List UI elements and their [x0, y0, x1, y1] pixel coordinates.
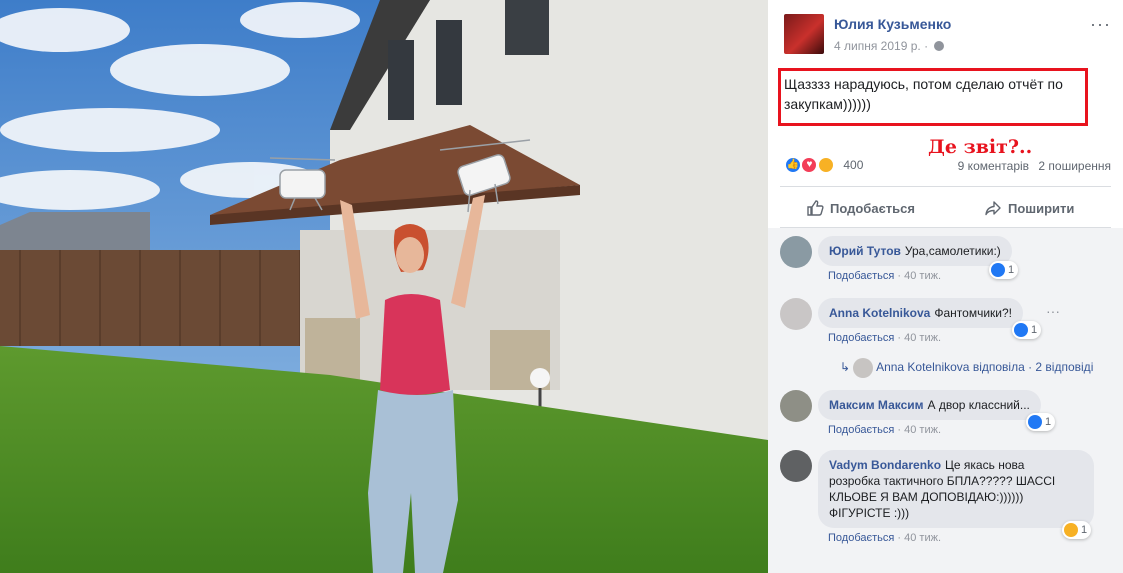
love-reaction-icon: ♥ [800, 156, 819, 174]
reply-arrow-icon: ↳ [840, 360, 851, 375]
share-button[interactable]: Поширити [984, 196, 1074, 220]
like-button-label: Подобається [830, 200, 915, 216]
comment-reaction-badge[interactable]: 1 [1026, 413, 1056, 431]
comment-more-icon[interactable]: ··· [1046, 303, 1060, 319]
commenter-name[interactable]: Максим Максим [829, 398, 924, 412]
comment-meta: Подобається · 40 тиж. [828, 270, 941, 282]
comment-text-line: ФІГУРІСТЕ :))) [829, 506, 910, 520]
post-sidebar: Юлия Кузьменко 4 липня 2019 р. · ··· Щаз… [768, 0, 1123, 573]
comment-like-link[interactable]: Подобається [828, 532, 894, 544]
comment-bubble: Максим Максим А двор классний... [818, 390, 1041, 420]
comment-age[interactable]: 40 тиж. [904, 270, 941, 282]
reactions-summary[interactable]: 👍 ♥ 400 [784, 156, 863, 176]
comment-bubble: Anna Kotelnikova Фантомчики?! [818, 298, 1023, 328]
comment-text-line: Це якась нова [945, 458, 1025, 472]
highlight-box [778, 68, 1088, 126]
comment-text: Фантомчики?! [934, 306, 1012, 320]
replies-link[interactable]: ↳ Anna Kotelnikova відповіла · 2 відповід… [840, 358, 1093, 378]
comment-age[interactable]: 40 тиж. [904, 332, 941, 344]
reply-avatar [853, 358, 874, 378]
commenter-avatar[interactable] [780, 236, 812, 268]
comment-meta: Подобається · 40 тиж. [828, 332, 941, 344]
share-icon [985, 201, 1001, 216]
commenter-avatar[interactable] [780, 390, 812, 422]
commenter-avatar[interactable] [780, 450, 812, 482]
reply-action: відповіла [972, 360, 1025, 375]
comment-bubble: Vadym Bondarenko Це якась нова розробка т… [818, 450, 1094, 528]
author-name[interactable]: Юлия Кузьменко [834, 16, 951, 32]
comment-meta: Подобається · 40 тиж. [828, 532, 941, 544]
like-button[interactable]: Подобається [806, 196, 915, 220]
comment-age[interactable]: 40 тиж. [904, 424, 941, 436]
globe-icon [934, 41, 945, 51]
like-reaction-icon [1028, 415, 1042, 429]
comment-meta: Подобається · 40 тиж. [828, 424, 941, 436]
divider [780, 186, 1111, 187]
post-meta: 4 липня 2019 р. · [834, 39, 945, 53]
post-photo[interactable] [0, 0, 768, 573]
reply-author: Anna Kotelnikova [876, 360, 970, 375]
annotation-text: Де звіт?.. [928, 136, 1033, 158]
like-reaction-icon: 👍 [784, 156, 802, 174]
shares-count[interactable]: 2 поширення [1038, 159, 1111, 173]
comment-like-link[interactable]: Подобається [828, 332, 894, 344]
comments-count[interactable]: 9 коментарів [958, 159, 1029, 173]
comment-age[interactable]: 40 тиж. [904, 532, 941, 544]
comment-reaction-badge[interactable]: 1 [1012, 321, 1042, 339]
comment-text: Ура,самолетики:) [904, 244, 1001, 258]
comment-reaction-badge[interactable]: 1 [1062, 521, 1092, 539]
commenter-name[interactable]: Юрий Тутов [829, 244, 901, 258]
author-avatar[interactable] [784, 14, 824, 54]
comment-text-line: КЛЬОВЕ Я ВАМ ДОПОВІДАЮ:)))))) [829, 490, 1024, 504]
thumbs-up-icon [807, 200, 824, 216]
reaction-count: 400 [843, 158, 864, 172]
comment-text-line: розробка тактичного БПЛА????? ШАССІ [829, 474, 1056, 488]
post-date[interactable]: 4 липня 2019 р. [834, 39, 921, 53]
commenter-avatar[interactable] [780, 298, 812, 330]
like-reaction-icon [1014, 323, 1028, 337]
like-reaction-icon [991, 263, 1005, 277]
share-button-label: Поширити [1008, 200, 1075, 216]
photo-illustration [0, 0, 768, 573]
comment-bubble: Юрий Тутов Ура,самолетики:) [818, 236, 1012, 266]
haha-reaction-icon [816, 156, 835, 174]
reply-count: 2 відповіді [1035, 360, 1094, 375]
comment-text: А двор классний... [927, 398, 1030, 412]
comment-like-link[interactable]: Подобається [828, 270, 894, 282]
post-stats: 9 коментарів 2 поширення [958, 159, 1111, 173]
commenter-name[interactable]: Anna Kotelnikova [829, 306, 930, 320]
comment-like-link[interactable]: Подобається [828, 424, 894, 436]
comment-reaction-badge[interactable]: 1 [989, 261, 1019, 279]
haha-reaction-icon [1064, 523, 1078, 537]
commenter-name[interactable]: Vadym Bondarenko [829, 458, 941, 472]
more-icon[interactable]: ··· [1090, 14, 1111, 35]
